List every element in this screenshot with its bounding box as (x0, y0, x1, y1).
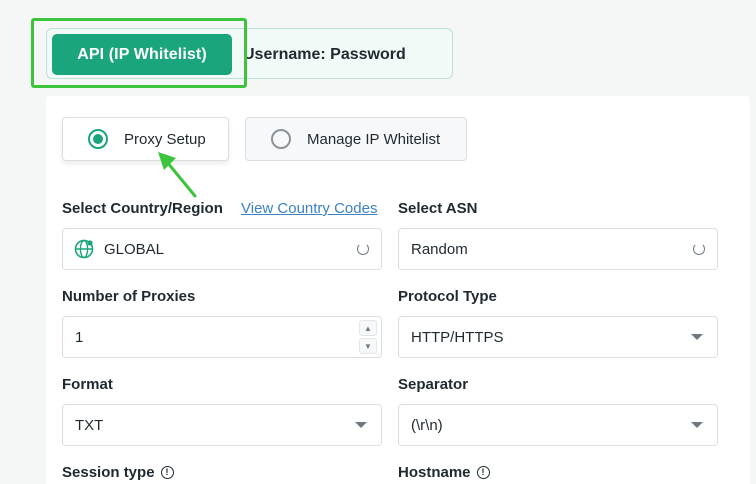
format-value: TXT (75, 416, 104, 434)
proxy-setup-option[interactable]: Proxy Setup (62, 117, 229, 161)
decrement-button[interactable]: ▼ (359, 338, 377, 354)
session-type-label: Session type ! (62, 464, 174, 481)
format-label: Format (62, 376, 113, 393)
increment-button[interactable]: ▲ (359, 320, 377, 336)
info-icon[interactable]: ! (160, 466, 174, 479)
view-country-codes-link[interactable]: View Country Codes (241, 200, 377, 217)
session-type-text: Session type (62, 464, 155, 481)
proxy-setup-label: Proxy Setup (124, 130, 206, 148)
separator-value: (\r\n) (411, 416, 443, 434)
protocol-type-select[interactable]: HTTP/HTTPS (398, 316, 718, 358)
loading-icon (357, 243, 369, 255)
chevron-down-icon (355, 422, 367, 428)
country-label: Select Country/Region (62, 200, 223, 217)
separator-select[interactable]: (\r\n) (398, 404, 718, 446)
separator-label: Separator (398, 376, 469, 393)
radio-unselected-icon (271, 129, 291, 149)
hostname-text: Hostname (398, 464, 471, 481)
asn-label: Select ASN (398, 200, 478, 217)
annotation-arrow-icon (158, 152, 197, 198)
proxies-count-label: Number of Proxies (62, 288, 196, 305)
chevron-down-icon (691, 422, 703, 428)
protocol-type-label: Protocol Type (398, 288, 497, 305)
proxies-count-value: 1 (75, 328, 84, 346)
loading-icon (693, 243, 705, 255)
proxies-count-input[interactable]: 1 ▲ ▼ (62, 316, 382, 358)
country-select[interactable]: GLOBAL (62, 228, 382, 270)
hostname-label: Hostname ! (398, 464, 490, 481)
globe-icon (74, 239, 94, 259)
tab-username-password[interactable]: Username: Password (243, 34, 406, 75)
info-icon[interactable]: ! (476, 466, 490, 479)
protocol-type-value: HTTP/HTTPS (411, 328, 504, 346)
radio-selected-icon (88, 129, 108, 149)
manage-ip-whitelist-option[interactable]: Manage IP Whitelist (245, 117, 467, 161)
auth-tab-switcher: API (IP Whitelist) Username: Password (46, 28, 453, 79)
format-select[interactable]: TXT (62, 404, 382, 446)
quantity-stepper: ▲ ▼ (359, 320, 377, 354)
manage-ip-whitelist-label: Manage IP Whitelist (307, 130, 441, 148)
asn-select[interactable]: Random (398, 228, 718, 270)
tab-api-ip-whitelist[interactable]: API (IP Whitelist) (52, 34, 232, 75)
chevron-down-icon (691, 334, 703, 340)
asn-value: Random (411, 240, 468, 258)
country-value: GLOBAL (104, 240, 165, 258)
